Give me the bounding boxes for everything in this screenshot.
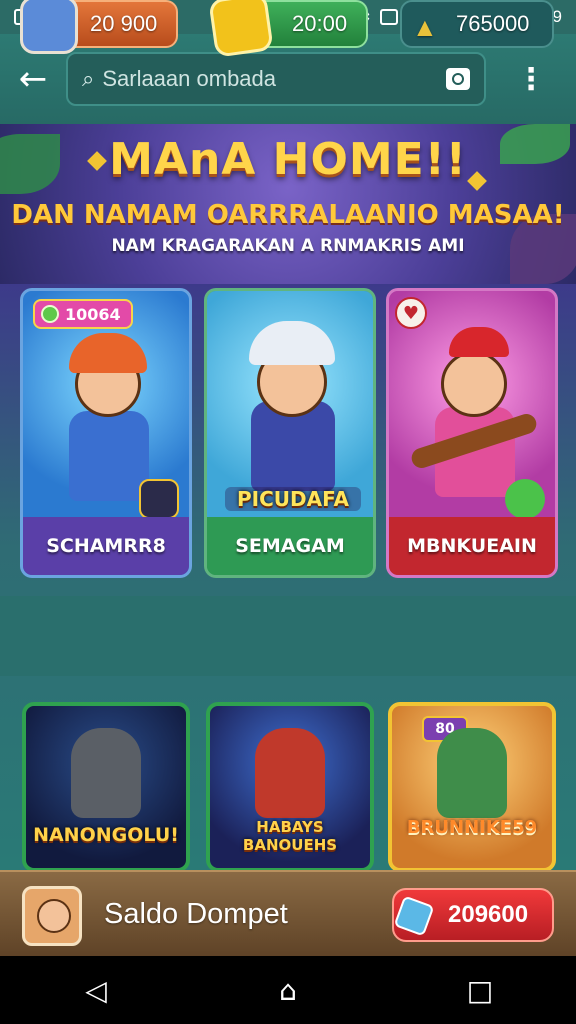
slime-icon [505, 479, 545, 519]
cap-icon [249, 321, 335, 365]
heart-icon[interactable]: ♥ [395, 297, 427, 329]
wallet-value: 209600 [448, 901, 529, 928]
game-tile-3[interactable]: 80 BRUNNIKE59 [388, 702, 556, 872]
search-value: Sarlaaan ombada [102, 66, 277, 91]
character-art: PICUDAFA [207, 291, 373, 521]
wallet-bar: Saldo Dompet 209600 [0, 870, 576, 956]
card-art-text: PICUDAFA [225, 487, 361, 511]
banner-tagline: NAM KRAGARAKAN A RNMAKRIS AMI [111, 236, 465, 256]
character-card-label: SEMAGAM [207, 517, 373, 575]
currency-value: 20:00 [292, 11, 348, 36]
token-icon [139, 479, 179, 519]
currency-pill-gold[interactable]: 20:00 [208, 0, 368, 58]
nav-recents-icon[interactable]: □ [450, 960, 510, 1020]
currency-value: 765000 [456, 11, 530, 36]
coin-icon [41, 305, 59, 323]
adventurer-icon [437, 728, 507, 818]
more-vertical-icon: ⋮ [516, 61, 546, 97]
wallet-balance-button[interactable]: 209600 [392, 888, 554, 942]
game-tile-1[interactable]: NANONGOLU! [22, 702, 190, 872]
vibrate-icon [380, 9, 399, 25]
character-card-label: MBNKUEAIN [389, 517, 555, 575]
game-tile-title: BRUNNIKE59 [406, 817, 538, 838]
card-badge-value: 10064 [65, 304, 121, 324]
more-menu-button[interactable]: ⋮ [486, 62, 576, 97]
nav-home-icon[interactable]: ⌂ [258, 960, 318, 1020]
wallet-label: Saldo Dompet [104, 898, 288, 930]
character-card-2[interactable]: PICUDAFA SEMAGAM [204, 288, 376, 578]
arrow-left-icon: ← [18, 59, 48, 99]
system-nav-bar: ◁ ⌂ □ [0, 956, 576, 1024]
wolf-warrior-icon [71, 728, 141, 818]
banner-subtitle: DAN NAMAM OARRRALAANIO MASAA! [11, 200, 565, 230]
currency-value: 20 900 [90, 11, 158, 36]
hero-character-icon [255, 728, 325, 818]
character-face [441, 351, 507, 417]
cap-icon [449, 327, 509, 357]
character-card-3[interactable]: ♥ MBNKUEAIN [386, 288, 558, 578]
search-input[interactable]: ⌕ Sarlaaan ombada [66, 52, 486, 106]
camera-icon[interactable] [446, 68, 470, 90]
card-badge: 10064 [33, 299, 133, 329]
game-tile-2[interactable]: HABAYS BANOUEHS [206, 702, 374, 872]
game-tile-title: HABAYS BANOUEHS [242, 818, 338, 854]
gold-gem-icon [208, 0, 274, 58]
hero-banner[interactable]: MAnA HOME!! DAN NAMAM OARRRALAANIO MASAA… [0, 124, 576, 284]
character-body [69, 411, 149, 501]
currency-pill-avatar[interactable]: 20 900 [20, 0, 178, 54]
gem-icon [393, 895, 435, 937]
search-icon: ⌕ [82, 66, 95, 92]
game-tile-title: NANONGOLU! [33, 824, 179, 846]
crystal-icon: ▲ [412, 12, 438, 42]
avatar-icon [20, 0, 78, 54]
currency-bar [0, 596, 576, 676]
currency-pill-crystal[interactable]: ▲ 765000 [400, 0, 554, 48]
banner-title: MAnA HOME!! [109, 134, 467, 185]
cap-icon [69, 333, 147, 373]
character-card-label: SCHAMRR8 [23, 517, 189, 575]
character-card-1[interactable]: 10064 SCHAMRR8 [20, 288, 192, 578]
user-avatar[interactable] [22, 886, 82, 946]
nav-back-icon[interactable]: ◁ [66, 960, 126, 1020]
